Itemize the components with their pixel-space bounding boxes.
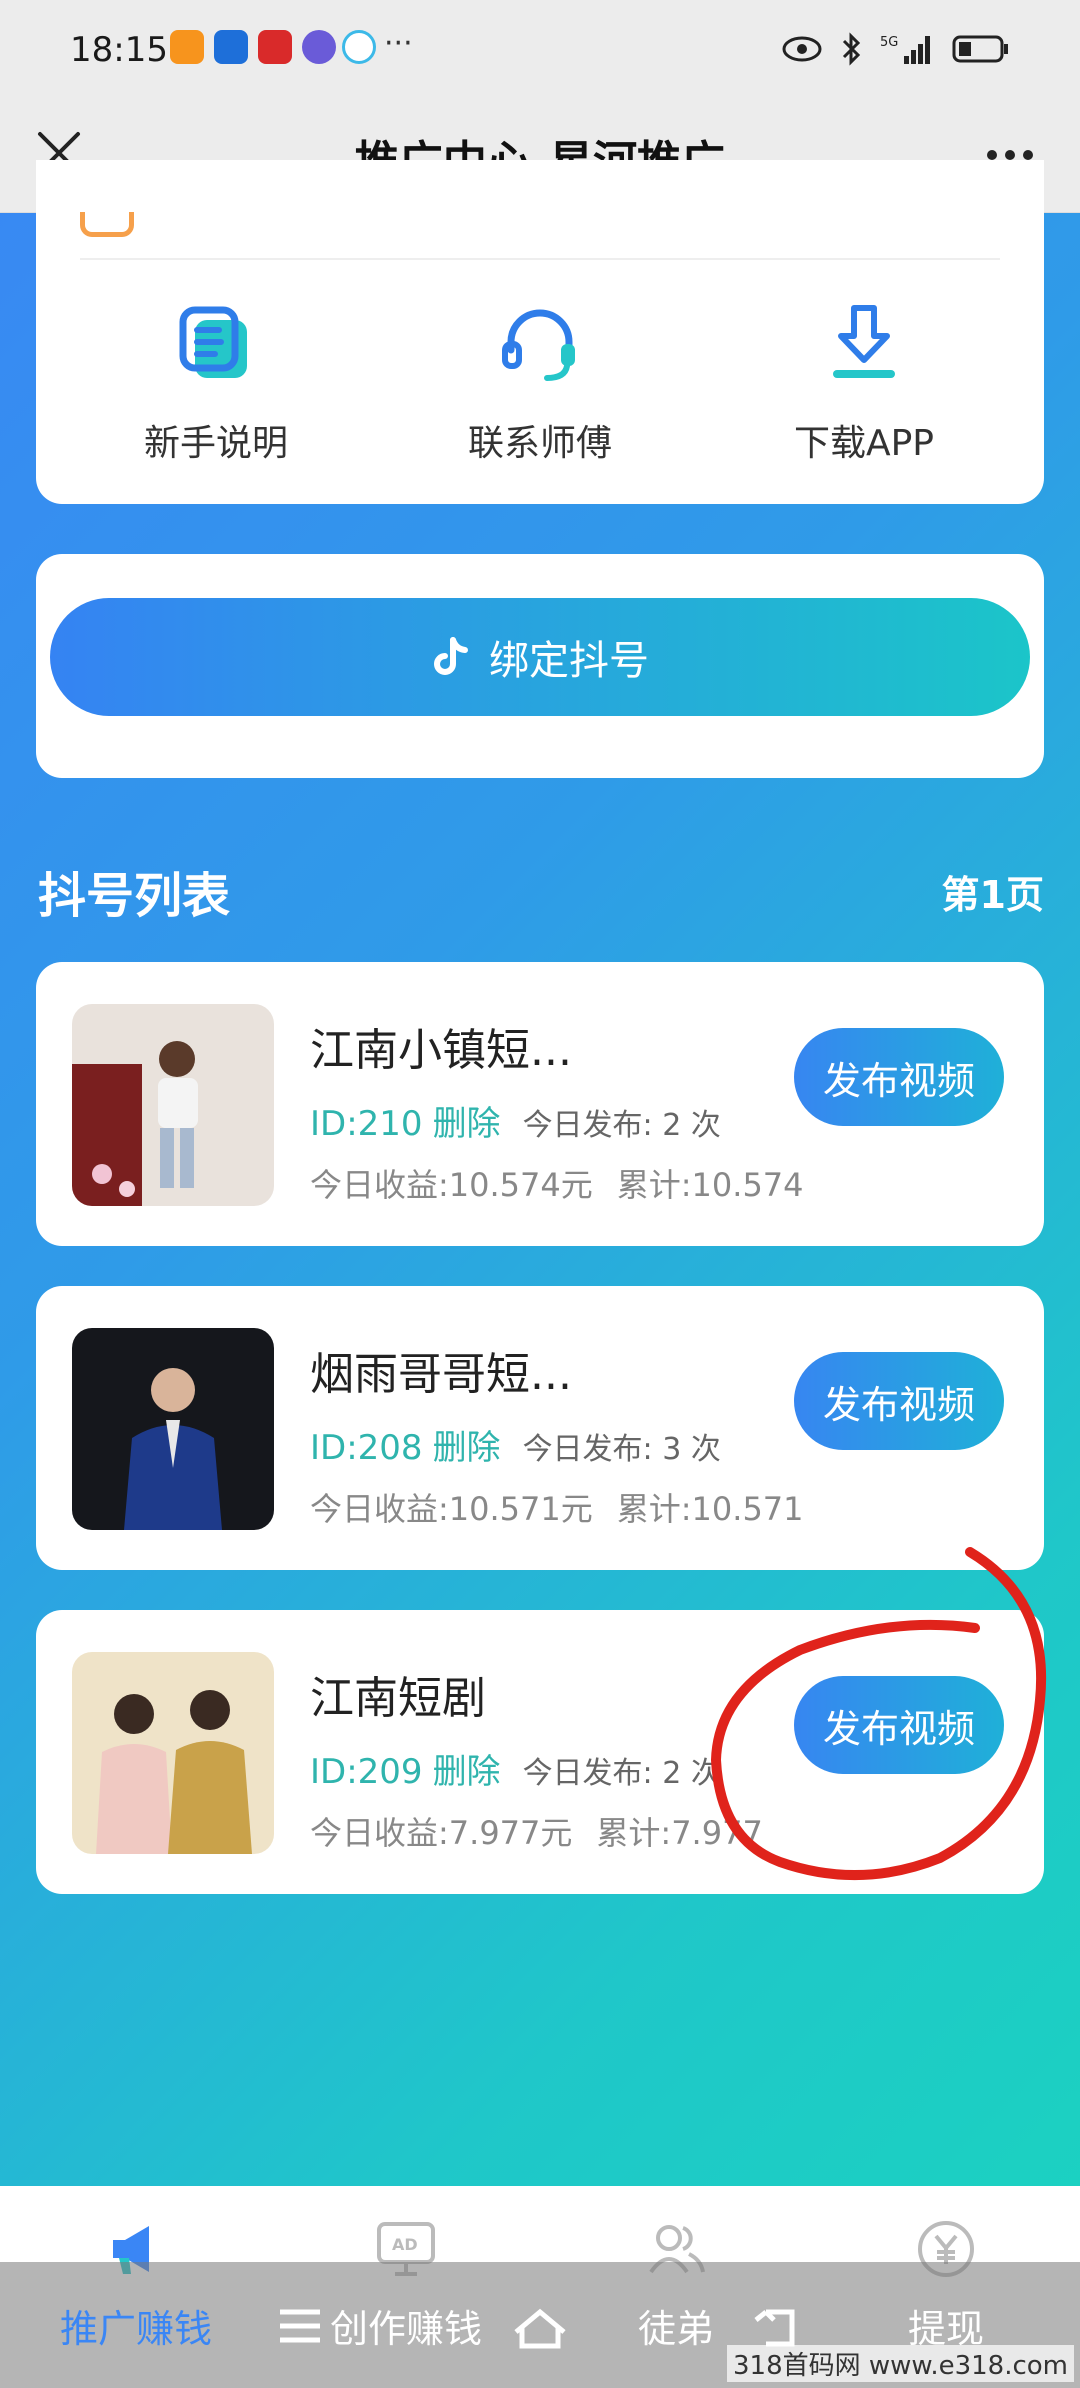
list-title: 抖号列表 bbox=[38, 868, 231, 924]
account-avatar bbox=[72, 1004, 274, 1206]
watermark: 318首码网 www.e318.com bbox=[727, 2345, 1074, 2382]
download-icon bbox=[833, 305, 895, 378]
status-bar: 18:15 ··· 5G bbox=[0, 0, 1080, 100]
partial-icon bbox=[80, 212, 134, 237]
guide-icon bbox=[179, 306, 247, 378]
account-card: 江南小镇短... ID:210 删除 今日发布: 2 次 今日收益:10.574… bbox=[36, 962, 1044, 1246]
divider bbox=[80, 258, 1000, 260]
total-income: 累计:10.571 bbox=[616, 1490, 804, 1528]
quick-link-contact[interactable]: 联系师傅 bbox=[390, 300, 690, 466]
app-notification-icon bbox=[258, 30, 292, 64]
publish-video-button[interactable]: 发布视频 bbox=[794, 1676, 1004, 1774]
account-id: ID:209 bbox=[310, 1752, 423, 1792]
bind-card: 绑定抖号 bbox=[36, 554, 1044, 778]
account-name: 烟雨哥哥短... bbox=[310, 1349, 572, 1400]
app-notification-icon bbox=[214, 30, 248, 64]
app-notification-icon bbox=[170, 30, 204, 64]
nav-label-create: 创作赚钱 bbox=[329, 2307, 482, 2351]
quick-link-label: 下载APP bbox=[793, 423, 935, 464]
publish-video-button[interactable]: 发布视频 bbox=[794, 1352, 1004, 1450]
delete-link[interactable]: 删除 bbox=[433, 1096, 501, 1145]
headset-icon bbox=[502, 309, 575, 381]
status-time: 18:15 bbox=[70, 30, 168, 70]
music-notification-icon bbox=[302, 30, 336, 64]
quick-link-download[interactable]: 下载APP bbox=[714, 300, 1014, 466]
account-id: ID:208 bbox=[310, 1428, 423, 1468]
more-notifications-icon: ··· bbox=[384, 26, 413, 61]
bind-button-label: 绑定抖号 bbox=[489, 638, 649, 684]
account-name: 江南小镇短... bbox=[310, 1025, 572, 1076]
today-published: 今日发布: 2 次 bbox=[522, 1108, 721, 1143]
delete-link[interactable]: 删除 bbox=[433, 1744, 501, 1793]
account-avatar bbox=[72, 1328, 274, 1530]
bluetooth-icon bbox=[842, 32, 861, 66]
svg-text:AD: AD bbox=[392, 2235, 418, 2254]
today-published: 今日发布: 3 次 bbox=[522, 1432, 721, 1467]
bind-douyin-button[interactable]: 绑定抖号 bbox=[50, 598, 1030, 716]
delete-link[interactable]: 删除 bbox=[433, 1420, 501, 1469]
today-income: 今日收益:10.571元 bbox=[310, 1490, 593, 1528]
account-id: ID:210 bbox=[310, 1104, 423, 1144]
total-income: 累计:7.977 bbox=[596, 1814, 763, 1852]
today-income: 今日收益:7.977元 bbox=[310, 1814, 573, 1852]
account-name: 江南短剧 bbox=[310, 1673, 486, 1724]
battery-icon bbox=[952, 35, 1008, 63]
eye-icon bbox=[782, 36, 822, 62]
account-card: 江南短剧 ID:209 删除 今日发布: 2 次 今日收益:7.977元 累计:7… bbox=[36, 1610, 1044, 1894]
nav-label-promote: 推广赚钱 bbox=[59, 2307, 212, 2351]
total-income: 累计:10.574 bbox=[616, 1166, 804, 1204]
page-indicator: 第1页 bbox=[941, 873, 1044, 917]
account-card: 烟雨哥哥短... ID:208 删除 今日发布: 3 次 今日收益:10.571… bbox=[36, 1286, 1044, 1570]
svg-text:5G: 5G bbox=[880, 35, 898, 50]
today-published: 今日发布: 2 次 bbox=[522, 1756, 721, 1791]
douyin-icon bbox=[434, 637, 468, 675]
quick-link-guide[interactable]: 新手说明 bbox=[66, 300, 366, 466]
home-icon[interactable] bbox=[510, 2306, 570, 2350]
publish-video-button[interactable]: 发布视频 bbox=[794, 1028, 1004, 1126]
quick-link-label: 新手说明 bbox=[143, 423, 288, 464]
signal-5g-icon: 5G bbox=[880, 35, 930, 64]
quick-links-card: 新手说明 联系师傅 下载APP bbox=[36, 160, 1044, 504]
today-income: 今日收益:10.574元 bbox=[310, 1166, 593, 1204]
chat-notification-icon bbox=[342, 30, 376, 64]
quick-link-label: 联系师傅 bbox=[467, 423, 612, 464]
account-avatar bbox=[72, 1652, 274, 1854]
